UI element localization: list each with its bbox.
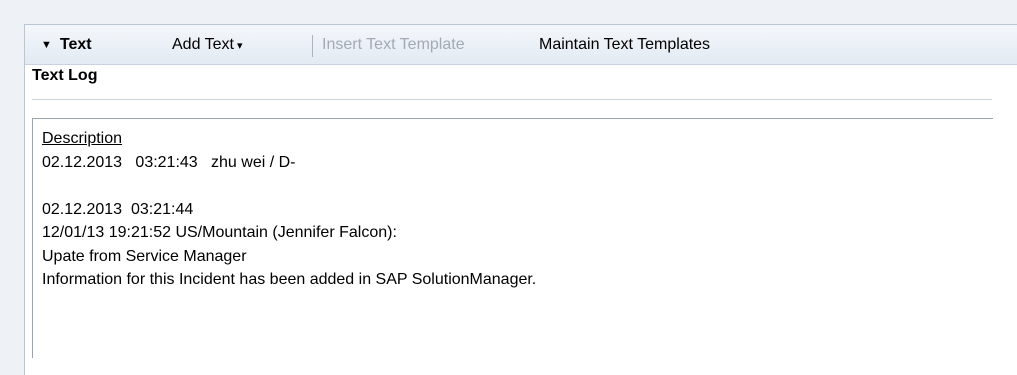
app-background: ▼ Text Add Text ▾ Insert Text Template Mai… [0, 0, 1017, 375]
add-text-dropdown-button[interactable]: Add Text ▾ [172, 25, 243, 65]
collapse-label: Text [59, 36, 92, 53]
dropdown-arrow-icon: ▾ [236, 40, 243, 52]
log-entry-line: Information for this Incident has been a… [42, 271, 537, 288]
toolbar-separator [312, 35, 313, 57]
text-toolbar: ▼ Text Add Text ▾ Insert Text Template Mai… [25, 25, 1017, 65]
insert-text-template-button[interactable]: Insert Text Template [322, 25, 465, 65]
log-entry-header-2: 02.12.2013 03:21:44 [42, 200, 194, 218]
log-entry-line: 12/01/13 19:21:52 US/Mountain (Jennifer … [42, 224, 397, 241]
description-heading: Description [42, 130, 123, 147]
text-log-title: Text Log [32, 67, 98, 84]
text-log-textarea[interactable]: Description 02.12.2013 03:21:43 zhu wei … [32, 118, 993, 358]
maintain-text-templates-button[interactable]: Maintain Text Templates [539, 25, 710, 65]
triangle-down-icon: ▼ [41, 39, 52, 51]
log-entry-line: Upate from Service Manager [42, 247, 247, 265]
log-entry-header-1: 02.12.2013 03:21:43 zhu wei / D- [42, 153, 296, 171]
title-divider [32, 99, 992, 100]
add-text-label: Add Text [172, 36, 234, 53]
collapse-text-section-button[interactable]: ▼ Text [41, 25, 92, 65]
